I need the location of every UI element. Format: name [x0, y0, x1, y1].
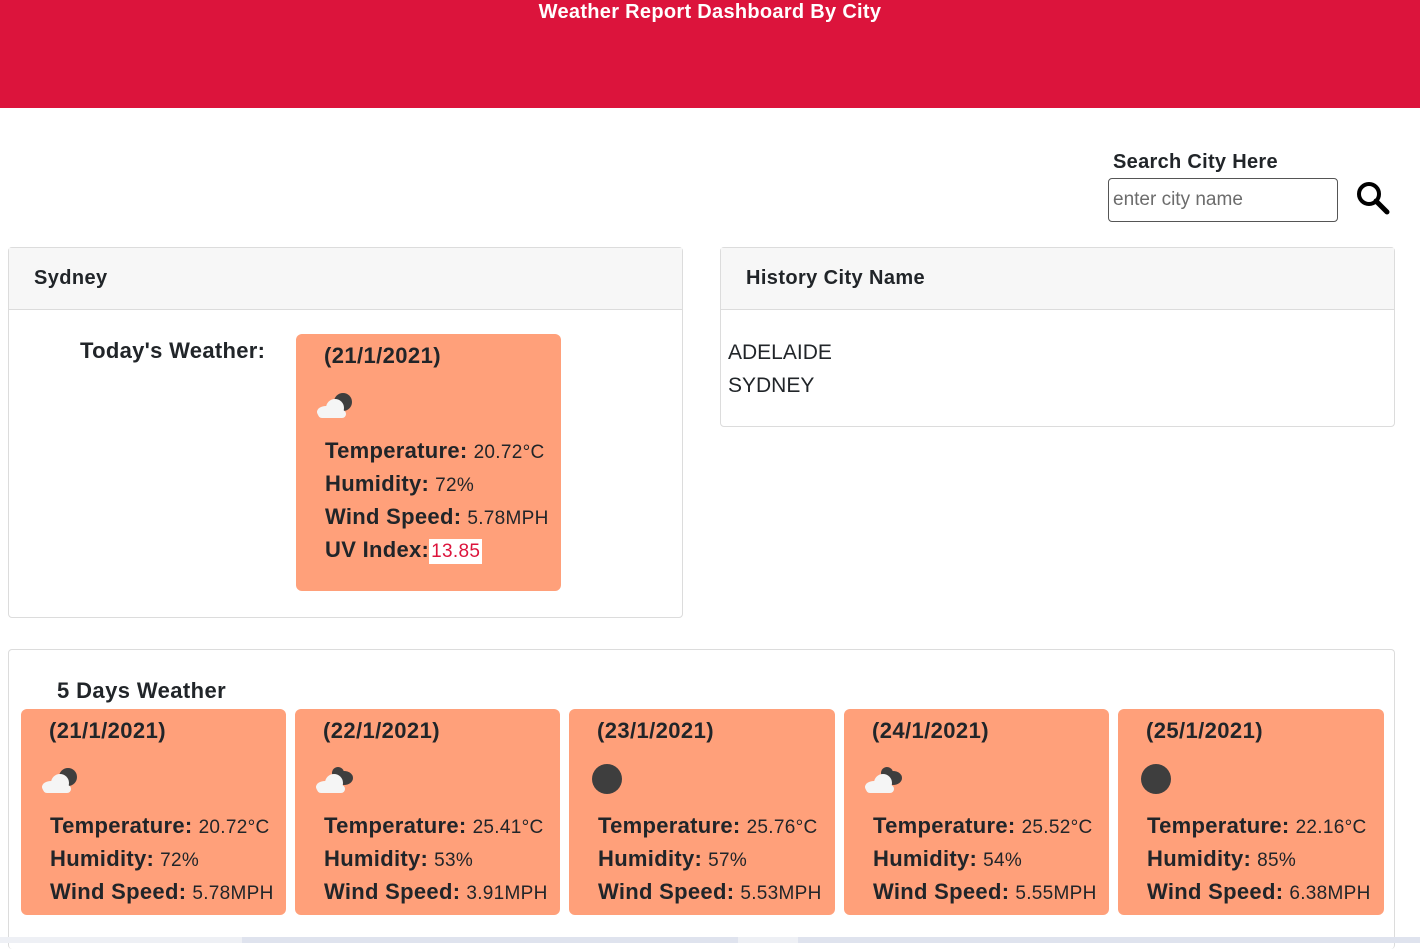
history-title: History City Name [721, 248, 1394, 310]
today-wind-value: 5.78MPH [467, 508, 549, 529]
page-header: Weather Report Dashboard By City [0, 0, 1420, 108]
forecast-humidity: Humidity: 85% [1147, 846, 1297, 871]
forecast-card: (22/1/2021) Temperature: 25.41°C Humidity… [295, 709, 560, 915]
forecast-humidity: Humidity: 72% [50, 846, 200, 871]
forecast-temperature: Temperature: 25.41°C [324, 813, 544, 838]
today-wind: Wind Speed: 5.78MPH [325, 504, 549, 529]
forecast-wind: Wind Speed: 5.53MPH [598, 879, 822, 904]
scrollbar-track [242, 937, 738, 943]
forecast-date: (24/1/2021) [872, 718, 989, 743]
history-card: History City Name ADELAIDE SYDNEY [720, 247, 1395, 427]
todays-weather-label: Today's Weather: [80, 338, 266, 363]
forecast-wind: Wind Speed: 5.78MPH [50, 879, 274, 904]
forecast-card: (24/1/2021) Temperature: 25.52°C Humidity… [844, 709, 1109, 915]
search-label: Search City Here [1113, 151, 1278, 173]
forecast-title: 5 Days Weather [57, 678, 227, 703]
forecast-temperature: Temperature: 22.16°C [1147, 813, 1367, 838]
forecast-card: (21/1/2021) Temperature: 20.72°C Humidity… [21, 709, 286, 915]
scrollbar-track [798, 937, 1420, 943]
today-humidity: Humidity: 72% [325, 471, 475, 496]
today-weather-card: (21/1/2021) Temperature: 20.72°C Humidity… [296, 334, 561, 591]
forecast-date: (23/1/2021) [597, 718, 714, 743]
today-humidity-value: 72% [435, 475, 475, 496]
forecast-wind: Wind Speed: 6.38MPH [1147, 879, 1371, 904]
forecast-wind: Wind Speed: 3.91MPH [324, 879, 548, 904]
search-icon [1357, 182, 1390, 215]
today-date: (21/1/2021) [324, 343, 441, 368]
today-temperature-value: 20.72°C [473, 442, 545, 463]
current-weather-card: Sydney Today's Weather: (21/1/2021) Temp… [8, 247, 683, 618]
history-item[interactable]: SYDNEY [728, 369, 832, 402]
forecast-humidity: Humidity: 53% [324, 846, 474, 871]
uv-index-badge: 13.85 [429, 539, 483, 564]
forecast-temperature: Temperature: 25.76°C [598, 813, 818, 838]
forecast-temperature: Temperature: 20.72°C [50, 813, 270, 838]
forecast-card: (25/1/2021) Temperature: 22.16°C Humidity… [1118, 709, 1384, 915]
forecast-date: (22/1/2021) [323, 718, 440, 743]
forecast-date: (25/1/2021) [1146, 718, 1263, 743]
page-title: Weather Report Dashboard By City [538, 1, 882, 23]
history-item[interactable]: ADELAIDE [728, 336, 832, 369]
today-uv: UV Index: 13.85 [325, 537, 483, 564]
current-city-name: Sydney [9, 248, 682, 310]
forecast-humidity: Humidity: 54% [873, 846, 1023, 871]
forecast-wind: Wind Speed: 5.55MPH [873, 879, 1097, 904]
today-temperature: Temperature: 20.72°C [325, 438, 545, 463]
search-button[interactable] [1354, 180, 1392, 216]
search-input[interactable] [1108, 178, 1338, 222]
forecast-card: (23/1/2021) Temperature: 25.76°C Humidity… [569, 709, 835, 915]
history-list: ADELAIDE SYDNEY [728, 336, 832, 402]
forecast-section: 5 Days Weather (21/1/2021) Temperature: 2… [8, 649, 1395, 949]
forecast-humidity: Humidity: 57% [598, 846, 748, 871]
forecast-date: (21/1/2021) [49, 718, 166, 743]
forecast-temperature: Temperature: 25.52°C [873, 813, 1093, 838]
horizontal-scrollbar[interactable] [0, 937, 1420, 943]
